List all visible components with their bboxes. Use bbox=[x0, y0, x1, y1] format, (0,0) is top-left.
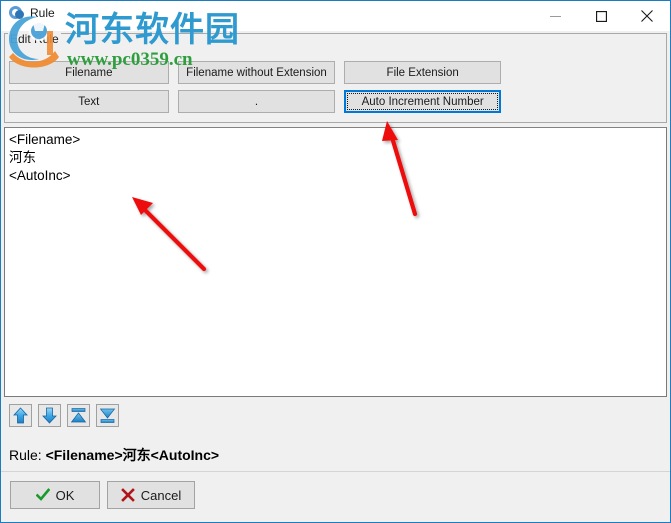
title-bar-left: Rule bbox=[9, 5, 55, 21]
file-extension-button[interactable]: File Extension bbox=[344, 61, 501, 84]
token-button-row-1: Filename Filename without Extension File… bbox=[9, 61, 501, 84]
window-controls bbox=[532, 1, 670, 31]
check-icon bbox=[35, 488, 50, 501]
filename-button[interactable]: Filename bbox=[9, 61, 169, 84]
rule-text-editor[interactable]: <Filename> 河东 <AutoInc> bbox=[4, 127, 667, 397]
auto-increment-number-button[interactable]: Auto Increment Number bbox=[344, 90, 501, 113]
close-icon bbox=[641, 10, 653, 22]
minimize-icon bbox=[549, 15, 561, 17]
move-to-top-button[interactable] bbox=[67, 404, 90, 427]
arrow-to-bottom-icon bbox=[99, 408, 116, 423]
rule-dialog-window: Rule Edit Rule Filename Filename without… bbox=[0, 0, 671, 523]
dot-button[interactable]: . bbox=[177, 90, 336, 113]
close-button[interactable] bbox=[624, 1, 670, 31]
ok-button[interactable]: OK bbox=[10, 481, 100, 509]
maximize-icon bbox=[595, 10, 607, 22]
move-to-bottom-button[interactable] bbox=[96, 404, 119, 427]
arrow-to-top-icon bbox=[70, 408, 87, 423]
rule-preview-bar: Rule: <Filename>河东<AutoInc> bbox=[1, 437, 670, 471]
rule-preview-value: <Filename>河东<AutoInc> bbox=[45, 447, 220, 463]
rule-preview: Rule: <Filename>河东<AutoInc> bbox=[9, 445, 219, 465]
filename-without-extension-button[interactable]: Filename without Extension bbox=[177, 61, 336, 84]
move-up-button[interactable] bbox=[9, 404, 32, 427]
minimize-button[interactable] bbox=[532, 1, 578, 31]
editor-line: <Filename> bbox=[9, 132, 81, 147]
token-button-row-2: Text . Auto Increment Number bbox=[9, 90, 501, 113]
edit-rule-label: Edit Rule bbox=[8, 32, 61, 46]
order-toolbar bbox=[4, 400, 667, 437]
ok-label: OK bbox=[55, 487, 75, 503]
app-icon bbox=[9, 5, 25, 21]
rule-preview-label: Rule: bbox=[9, 447, 46, 463]
cancel-label: Cancel bbox=[140, 487, 182, 503]
text-button[interactable]: Text bbox=[9, 90, 169, 113]
arrow-down-icon bbox=[42, 407, 57, 424]
footer-bar: OK Cancel bbox=[1, 472, 670, 522]
cross-icon bbox=[120, 488, 135, 502]
auto-increment-number-label: Auto Increment Number bbox=[361, 95, 484, 108]
arrow-up-icon bbox=[13, 407, 28, 424]
editor-line: 河东 bbox=[9, 150, 36, 165]
token-button-grid: Filename Filename without Extension File… bbox=[9, 61, 501, 119]
move-down-button[interactable] bbox=[38, 404, 61, 427]
editor-line: <AutoInc> bbox=[9, 168, 71, 183]
maximize-button[interactable] bbox=[578, 1, 624, 31]
window-title: Rule bbox=[30, 6, 55, 20]
cancel-button[interactable]: Cancel bbox=[107, 481, 195, 509]
title-bar: Rule bbox=[1, 1, 670, 31]
